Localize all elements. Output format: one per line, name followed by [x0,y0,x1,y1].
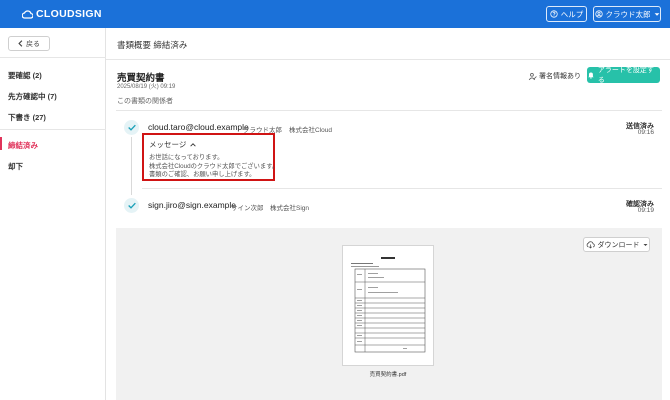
sidebar: 戻る 要確認 (2) 先方確認中 (7) 下書き (27) 締結済み 却下 [0,28,106,400]
document-page-preview [351,257,426,353]
set-alert-label: アラートを設定する [597,67,654,84]
sidebar-item-pending[interactable]: 先方確認中 (7) [8,91,57,102]
caret-down-icon [654,12,659,16]
party-status-time: 09:19 [637,207,654,214]
download-label: ダウンロード [597,241,640,249]
message-line: 書類のご確認、お願い申し上げます。 [149,171,256,178]
sidebar-item-completed[interactable]: 締結済み [8,140,38,151]
cloudsign-logo[interactable]: CLOUDSIGN [22,8,102,20]
sidebar-item-drafts[interactable]: 下書き (27) [8,112,46,123]
cloud-logo-icon [22,9,33,19]
party-status-time: 09:16 [637,129,654,136]
back-button[interactable]: 戻る [8,36,50,51]
message-toggle-label: メッセージ [149,140,187,149]
help-label: ヘルプ [560,9,584,19]
sidebar-item-rejected[interactable]: 却下 [8,161,23,172]
page-title-bar: 書類概要 締結済み [106,28,670,60]
sidebar-divider [0,57,106,58]
party-name: サイン次郎 [231,205,264,212]
help-button[interactable]: ヘルプ [546,6,587,22]
signature-icon [528,72,537,80]
party-company: 株式会社Cloud [289,127,332,134]
cloud-download-icon [586,240,595,248]
timeline-connector [131,137,132,195]
file-name: 売買契約書.pdf [369,372,407,378]
party-divider [142,188,662,189]
page-title: 書類概要 締結済み [117,40,188,50]
user-name-label: クラウド太郎 [605,9,651,19]
party-company: 株式会社Sign [270,205,310,212]
set-alert-button[interactable]: アラートを設定する [587,67,660,84]
caret-down-icon [643,243,647,246]
party-email: sign.jiro@sign.example [148,200,237,210]
signature-info-label: 署名情報あり [539,73,581,80]
signature-info-link[interactable]: 署名情報あり [528,71,581,81]
logo-text: CLOUDSIGN [36,8,102,20]
party-email: cloud.taro@cloud.example [148,122,249,132]
document-thumbnail[interactable] [342,245,434,366]
chevron-left-icon [18,40,23,47]
parties-label: この書類の関係者 [117,98,173,105]
sidebar-divider [0,129,106,130]
sidebar-item-needs-review[interactable]: 要確認 (2) [8,70,42,81]
completed-check-icon [124,120,139,135]
section-divider [116,110,662,111]
message-box: メッセージ お世話になっております。 株式会社Cloudのクラウド太郎でございま… [142,133,278,181]
bell-icon [588,72,594,79]
message-toggle[interactable]: メッセージ [149,139,197,150]
completed-check-icon [124,198,139,213]
user-icon [594,10,603,18]
question-icon [550,10,558,18]
back-label: 戻る [26,40,40,48]
document-date: 2025/08/19 (火) 09:19 [117,84,176,90]
chevron-up-icon [190,142,197,147]
user-menu-button[interactable]: クラウド太郎 [593,6,661,22]
active-indicator [0,137,2,150]
top-header: CLOUDSIGN ヘルプ クラウド太郎 [0,0,670,28]
download-button[interactable]: ダウンロード [583,237,650,252]
